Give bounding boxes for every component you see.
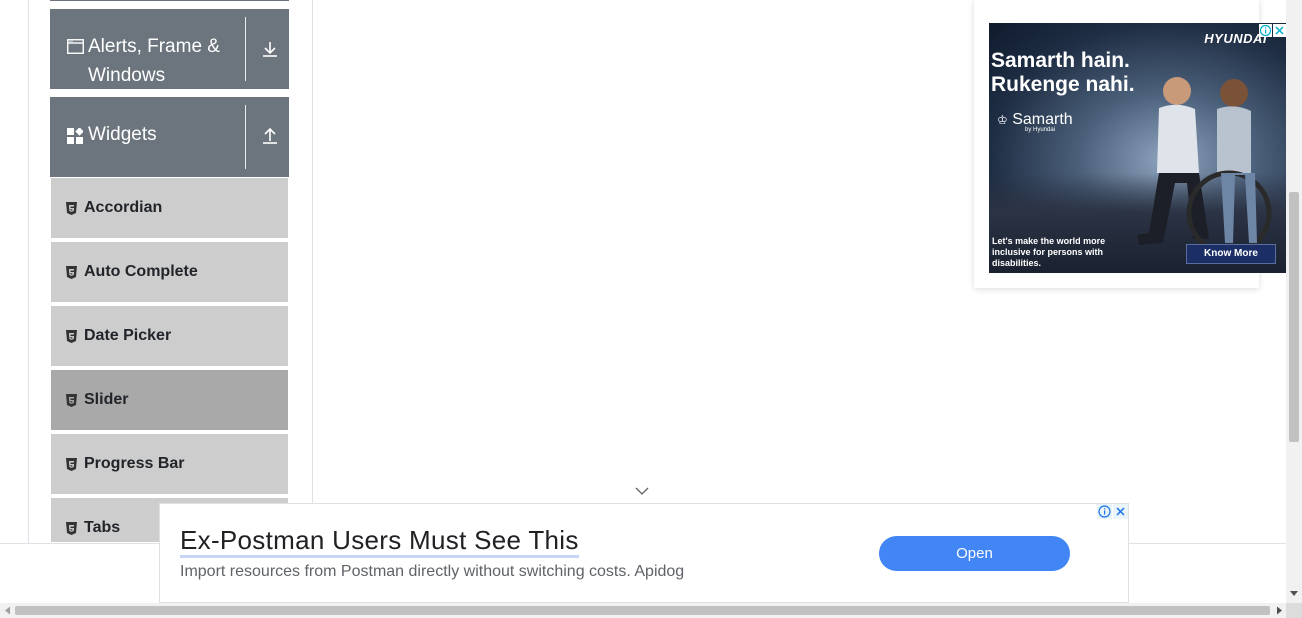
group-separator [245, 17, 246, 81]
ad-headline: Samarth hain. Rukenge nahi. [991, 49, 1135, 97]
close-icon[interactable] [1113, 504, 1128, 519]
ad-footer-text: Let's make the world more inclusive for … [992, 236, 1106, 268]
know-more-button[interactable]: Know More [1186, 244, 1276, 264]
menu-item-auto-complete[interactable]: Auto Complete [50, 241, 289, 303]
html5-icon [66, 458, 77, 476]
open-button[interactable]: Open [879, 536, 1070, 571]
menu-item-label: Tabs [84, 519, 121, 536]
group-widgets[interactable]: Widgets [50, 97, 289, 177]
group-separator [245, 105, 246, 169]
scroll-right-arrow-icon[interactable] [1275, 606, 1283, 615]
bottom-advertisement[interactable]: Ex-Postman Users Must See This Import re… [159, 503, 1129, 603]
scrollbar-corner [1286, 603, 1302, 618]
menu-item-progress-bar[interactable]: Progress Bar [50, 433, 289, 495]
scroll-left-arrow-icon[interactable] [4, 606, 12, 615]
ad-people-illustration [1137, 77, 1272, 256]
html5-icon [66, 522, 77, 540]
ad-headline-line2: Rukenge nahi. [991, 73, 1135, 96]
menu-item-label: Slider [84, 391, 129, 408]
html5-icon [66, 266, 77, 284]
menu-item-slider[interactable]: Slider [50, 369, 289, 431]
upload-arrow-icon[interactable] [261, 126, 281, 146]
menu-item-label: Auto Complete [84, 263, 198, 280]
bottom-ad-title[interactable]: Ex-Postman Users Must See This [180, 525, 579, 558]
menu-item-label: Date Picker [84, 327, 172, 344]
top-advertisement[interactable]: HYUNDAI Samarth hain. Rukenge nahi. ♔ Sa… [974, 0, 1287, 288]
bottom-ad-subtitle: Import resources from Postman directly w… [180, 563, 685, 580]
close-icon[interactable] [1273, 24, 1286, 37]
group-label: Alerts, Frame & Windows [88, 36, 220, 86]
menu-item-accordian[interactable]: Accordian [50, 177, 289, 239]
vertical-scroll-thumb[interactable] [1289, 192, 1299, 442]
menu-item-date-picker[interactable]: Date Picker [50, 305, 289, 367]
html5-icon [66, 394, 77, 412]
html5-icon [66, 202, 77, 220]
menu-item-label: Progress Bar [84, 455, 185, 472]
horizontal-scroll-thumb[interactable] [15, 606, 1270, 615]
menu-item-label: Accordian [84, 199, 163, 216]
window-icon [67, 39, 84, 59]
prev-group-edge [50, 0, 289, 1]
chevron-down-icon[interactable] [634, 486, 650, 496]
html5-icon [66, 330, 77, 348]
scroll-down-arrow-icon[interactable] [1289, 590, 1299, 598]
ad-logo-sub: by Hyundai [1025, 127, 1056, 133]
download-arrow-icon[interactable] [261, 40, 281, 60]
widgets-icon [67, 127, 84, 149]
group-alerts-frame-windows[interactable]: Alerts, Frame & Windows [50, 9, 289, 89]
info-icon[interactable] [1259, 24, 1272, 37]
ad-banner-image[interactable]: HYUNDAI Samarth hain. Rukenge nahi. ♔ Sa… [989, 23, 1287, 273]
group-label: Widgets [88, 124, 157, 145]
content-divider [312, 0, 313, 503]
info-icon[interactable] [1097, 504, 1112, 519]
ad-logo-name: Samarth [1012, 111, 1073, 128]
left-divider [28, 0, 29, 543]
ad-headline-line1: Samarth hain. [991, 49, 1130, 72]
ad-brand: HYUNDAI [1204, 31, 1267, 46]
